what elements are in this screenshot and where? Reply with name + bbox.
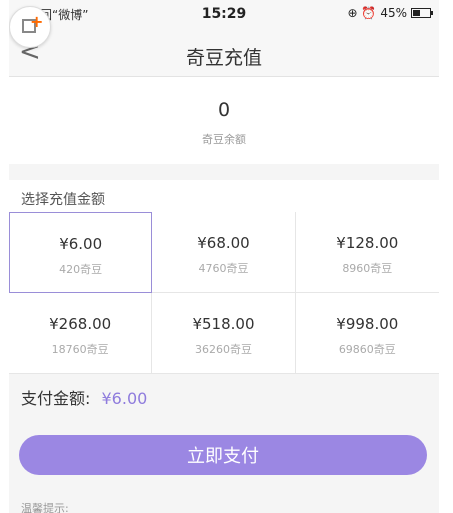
- recharge-screen: + ◀ 返回“微博” 15:29 ⊕ ⏰ 45% < 奇豆充值 0 奇豆余额 选…: [9, 0, 439, 513]
- page-title: 奇豆充值: [185, 47, 262, 69]
- amount-option[interactable]: ¥6.00 420奇豆: [9, 212, 153, 293]
- pay-now-button[interactable]: 立即支付: [19, 435, 427, 475]
- option-beans: 69860奇豆: [338, 343, 396, 356]
- option-price: ¥998.00: [336, 315, 399, 333]
- status-bar: ◀ 返回“微博” 15:29 ⊕ ⏰ 45%: [9, 0, 439, 32]
- status-right: ⊕ ⏰ 45%: [347, 6, 433, 20]
- tips-label: 温馨提示:: [21, 502, 69, 513]
- option-beans: 8960奇豆: [342, 262, 393, 275]
- nav-bar: < 奇豆充值: [9, 32, 439, 77]
- option-beans: 4760奇豆: [198, 262, 249, 275]
- option-beans: 420奇豆: [59, 263, 103, 276]
- balance-panel: 0 奇豆余额: [9, 77, 439, 164]
- balance-label: 奇豆余额: [202, 133, 246, 146]
- option-price: ¥68.00: [197, 234, 250, 252]
- plus-icon: +: [30, 12, 44, 31]
- option-price: ¥128.00: [336, 234, 399, 252]
- amount-option[interactable]: ¥128.00 8960奇豆: [295, 212, 439, 293]
- option-beans: 18760奇豆: [51, 343, 109, 356]
- option-price: ¥6.00: [59, 235, 103, 253]
- battery-icon: [411, 8, 433, 18]
- option-price: ¥518.00: [192, 315, 255, 333]
- amount-section-label: 选择充值金额: [21, 192, 105, 208]
- amount-option[interactable]: ¥268.00 18760奇豆: [9, 293, 153, 374]
- amount-grid: ¥6.00 420奇豆 ¥68.00 4760奇豆 ¥128.00 8960奇豆…: [9, 212, 439, 374]
- payment-amount-row: 支付金额: ¥6.00: [21, 385, 147, 409]
- option-beans: 36260奇豆: [194, 343, 252, 356]
- floating-add-icon[interactable]: +: [9, 6, 51, 48]
- payment-label: 支付金额:: [21, 389, 91, 408]
- balance-value: 0: [217, 99, 231, 121]
- amount-option[interactable]: ¥518.00 36260奇豆: [152, 293, 296, 374]
- amount-option[interactable]: ¥68.00 4760奇豆: [152, 212, 296, 293]
- amount-section-header: 选择充值金额: [9, 180, 439, 212]
- option-price: ¥268.00: [49, 315, 112, 333]
- battery-percent: 45%: [380, 6, 407, 20]
- payment-amount: ¥6.00: [101, 389, 148, 408]
- status-icons: ⊕ ⏰: [347, 6, 377, 20]
- amount-option[interactable]: ¥998.00 69860奇豆: [295, 293, 439, 374]
